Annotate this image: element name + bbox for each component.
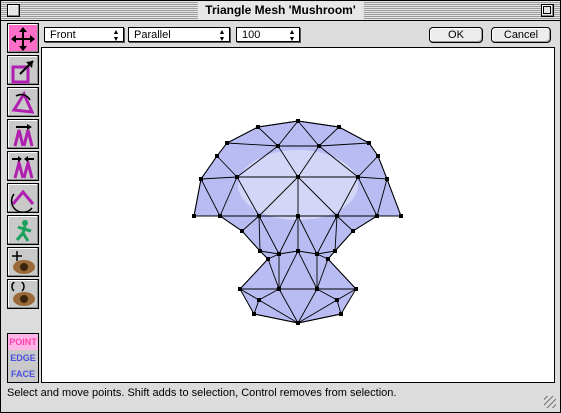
selection-mode-panel: POINT EDGE FACE: [7, 333, 39, 383]
mesh-point[interactable]: [337, 125, 341, 129]
status-text: Select and move points. Shift adds to se…: [7, 387, 397, 399]
mesh-point[interactable]: [258, 249, 262, 253]
mesh-point[interactable]: [339, 312, 343, 316]
figure-icon: [15, 220, 32, 242]
mesh-point[interactable]: [257, 214, 261, 218]
view-popup[interactable]: Front ▲ ▼: [44, 27, 124, 43]
mesh-point[interactable]: [296, 119, 300, 123]
tool-figure[interactable]: [7, 215, 39, 245]
mesh-point[interactable]: [296, 175, 300, 179]
mesh-point[interactable]: [215, 154, 219, 158]
mode-point[interactable]: POINT: [8, 334, 38, 350]
mesh-point[interactable]: [385, 177, 389, 181]
mesh-point[interactable]: [238, 287, 242, 291]
mesh-point[interactable]: [257, 298, 261, 302]
mesh-point[interactable]: [199, 177, 203, 181]
mesh-point[interactable]: [317, 144, 321, 148]
mesh-point[interactable]: [367, 141, 371, 145]
title-bar[interactable]: Triangle Mesh 'Mushroom': [1, 1, 560, 21]
ok-button[interactable]: OK: [429, 27, 483, 43]
mesh-point[interactable]: [399, 214, 403, 218]
mesh-point[interactable]: [192, 214, 196, 218]
move-points-icon: [11, 27, 35, 51]
mesh-point[interactable]: [235, 175, 239, 179]
mesh-point[interactable]: [351, 229, 355, 233]
mesh-point[interactable]: [333, 249, 337, 253]
mesh-point[interactable]: [256, 125, 260, 129]
cancel-button[interactable]: Cancel: [491, 27, 551, 43]
mesh-point[interactable]: [296, 214, 300, 218]
scale-icon: [11, 60, 34, 84]
mesh-point[interactable]: [335, 298, 339, 302]
mesh-point[interactable]: [375, 214, 379, 218]
pinch-icon: [12, 156, 34, 179]
mesh-point[interactable]: [315, 252, 319, 256]
mesh-point[interactable]: [354, 287, 358, 291]
mesh-point[interactable]: [225, 141, 229, 145]
mesh-editor-window: Triangle Mesh 'Mushroom' Front ▲ ▼ Parall…: [0, 0, 561, 413]
projection-popup-value: Parallel: [134, 29, 171, 41]
mesh-point[interactable]: [266, 257, 270, 261]
extrude-icon: [13, 124, 34, 147]
mesh-point[interactable]: [315, 287, 319, 291]
mesh-point[interactable]: [326, 257, 330, 261]
popup-arrows-icon: ▲ ▼: [218, 29, 226, 43]
mesh-point[interactable]: [356, 175, 360, 179]
zoom-popup[interactable]: 100 ▲ ▼: [236, 27, 300, 43]
mode-edge[interactable]: EDGE: [8, 350, 38, 366]
mesh-point[interactable]: [277, 252, 281, 256]
projection-popup[interactable]: Parallel ▲ ▼: [128, 27, 230, 43]
mesh-point[interactable]: [335, 214, 339, 218]
tool-palette: POINT EDGE FACE: [5, 21, 41, 383]
tool-twist[interactable]: [7, 183, 39, 213]
tool-move-points[interactable]: [7, 23, 39, 53]
resize-grip-icon[interactable]: [544, 396, 556, 408]
close-box[interactable]: [7, 4, 20, 17]
mode-face[interactable]: FACE: [8, 366, 38, 382]
popup-arrows-icon: ▲ ▼: [288, 29, 296, 43]
zoom-box[interactable]: [541, 4, 554, 17]
rotate-view-eye-icon: [11, 282, 35, 306]
mesh-point[interactable]: [277, 287, 281, 291]
tool-rotate-view[interactable]: [7, 279, 39, 309]
zoom-popup-value: 100: [242, 29, 261, 41]
tool-move-view[interactable]: [7, 247, 39, 277]
mesh-point[interactable]: [252, 312, 256, 316]
mesh-point[interactable]: [296, 249, 300, 253]
tool-extrude[interactable]: [7, 119, 39, 149]
move-view-eye-icon: [12, 251, 35, 274]
mesh-point[interactable]: [218, 214, 222, 218]
toolbar: Front ▲ ▼ Parallel ▲ ▼ 100 ▲ ▼ OK Cancel: [41, 21, 560, 47]
mesh-canvas[interactable]: [41, 47, 555, 383]
mesh-point[interactable]: [276, 144, 280, 148]
popup-arrows-icon: ▲ ▼: [112, 29, 120, 43]
mesh-point[interactable]: [240, 229, 244, 233]
tool-scale[interactable]: [7, 55, 39, 85]
mesh-point[interactable]: [376, 154, 380, 158]
tool-pinch[interactable]: [7, 151, 39, 181]
rotate-icon: [11, 90, 35, 114]
tool-rotate[interactable]: [7, 87, 39, 117]
twist-icon: [10, 189, 35, 212]
view-popup-value: Front: [50, 29, 76, 41]
mesh-point[interactable]: [296, 321, 300, 325]
mushroom-mesh[interactable]: [42, 48, 554, 382]
window-title: Triangle Mesh 'Mushroom': [197, 1, 364, 20]
